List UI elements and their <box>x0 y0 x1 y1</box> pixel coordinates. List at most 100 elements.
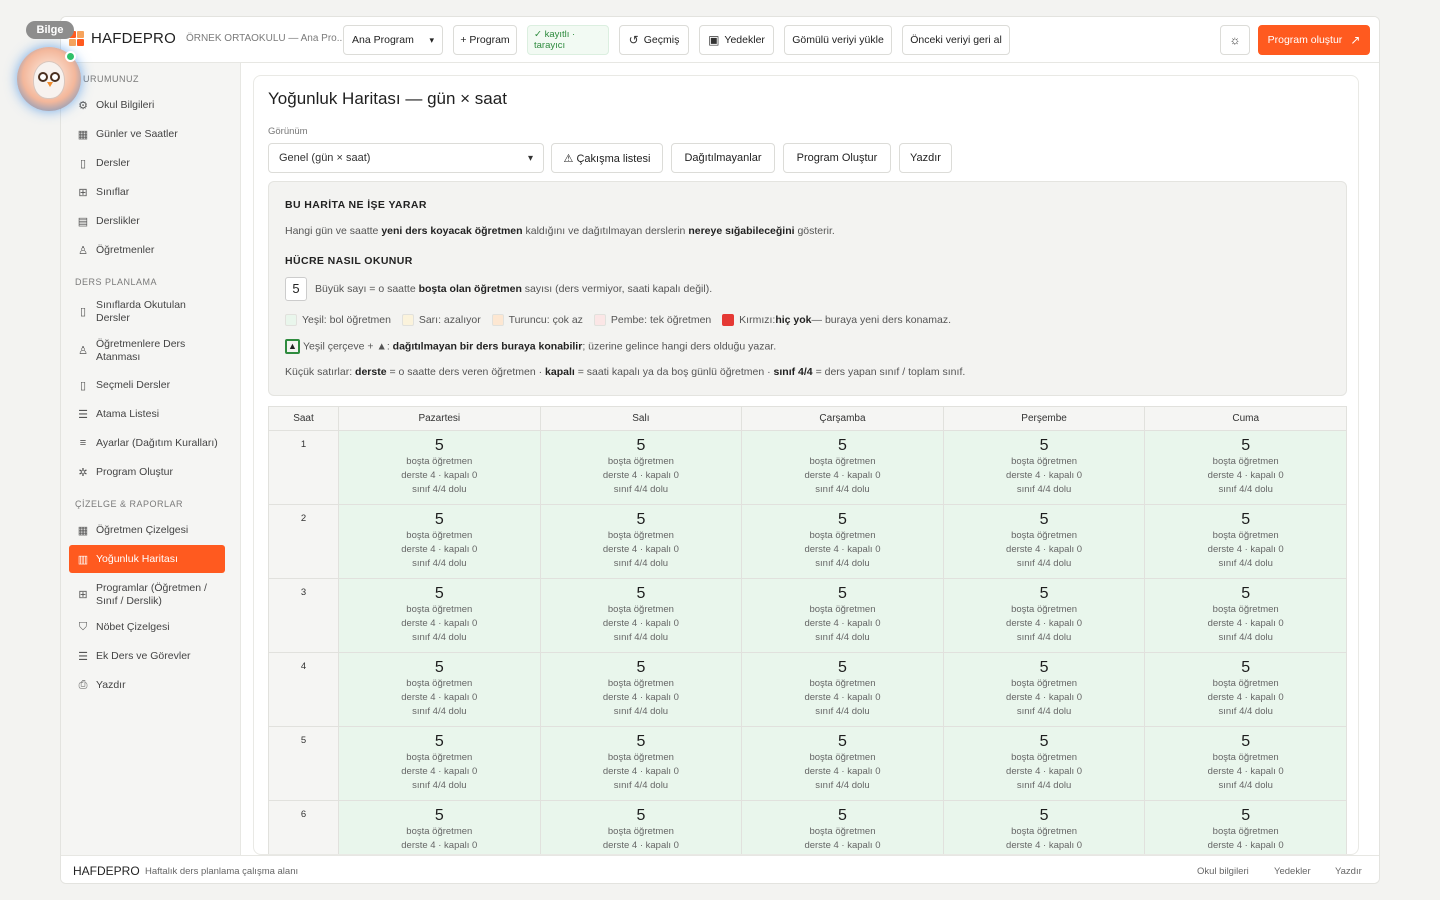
sidebar-item-label: Öğretmen Çizelgesi <box>96 524 189 536</box>
density-cell[interactable]: 5boşta öğretmenderste 4 · kapalı 0sınıf … <box>942 578 1146 653</box>
sidebar-item-teachers[interactable]: ♙ Öğretmenler <box>69 240 225 260</box>
sidebar-item-rooms[interactable]: ▤ Derslikler <box>69 211 225 231</box>
footer-link-print[interactable]: Yazdır <box>1335 866 1362 877</box>
class-fill-line: sınıf 4/4 dolu <box>1016 706 1072 717</box>
free-teacher-count: 5 <box>1241 585 1251 602</box>
sidebar-item-class-lessons[interactable]: ▯ Sınıflarda Okutulan Dersler <box>69 297 225 327</box>
print-button[interactable]: Yazdır <box>899 143 952 173</box>
free-teacher-label: boşta öğretmen <box>406 604 473 615</box>
help-small-rows-text: Küçük satırlar: derste = o saatte ders v… <box>285 366 966 378</box>
sidebar-item-days-hours[interactable]: ▦ Günler ve Saatler <box>69 124 225 144</box>
save-icon: ▣ <box>708 33 720 47</box>
free-teacher-label: boşta öğretmen <box>809 530 876 541</box>
sidebar-item-teacher-chart[interactable]: ▦ Öğretmen Çizelgesi <box>69 520 225 540</box>
legend-pink: Pembe: tek öğretmen <box>593 314 711 326</box>
sidebar-item-duty-chart[interactable]: ⛉ Nöbet Çizelgesi <box>69 617 225 637</box>
density-cell[interactable]: 5boşta öğretmenderste 4 · kapalı 0sınıf … <box>1144 578 1347 653</box>
sidebar-item-label: Ayarlar (Dağıtım Kuralları) <box>96 437 218 449</box>
density-cell[interactable]: 5boşta öğretmenderste 4 · kapalı 0sınıf … <box>741 578 944 653</box>
color-legend: Yeşil: bol öğretmen Sarı: azalıyor Turun… <box>285 314 959 329</box>
sidebar-item-assign-list[interactable]: ☰ Atama Listesi <box>69 404 225 424</box>
create-program-action-button[interactable]: Program Oluştur <box>783 143 891 173</box>
density-cell[interactable]: 5boşta öğretmenderste 4 · kapalı 0sınıf … <box>539 652 743 727</box>
class-fill-line: sınıf 4/4 dolu <box>1218 632 1273 643</box>
density-cell[interactable]: 5boşta öğretmenderste 4 · kapalı 0sınıf … <box>741 726 944 801</box>
free-teacher-count: 5 <box>1039 733 1049 750</box>
sidebar-item-teacher-assign[interactable]: ♙ Öğretmenlere Ders Atanması <box>69 336 225 366</box>
sidebar-item-print[interactable]: ⎙ Yazdır <box>69 675 225 695</box>
free-teacher-label: boşta öğretmen <box>1011 604 1078 615</box>
conflicts-button[interactable]: ⚠ Çakışma listesi <box>551 143 663 173</box>
create-program-button[interactable]: Program oluştur ↗ <box>1258 25 1370 55</box>
busy-closed-line: derste 4 · kapalı 0 <box>1006 692 1083 703</box>
undistributed-button[interactable]: Dağıtılmayanlar <box>671 143 775 173</box>
free-teacher-label: boşta öğretmen <box>1212 456 1279 467</box>
density-cell[interactable]: 5boşta öğretmenderste 4 · kapalı 0sınıf … <box>942 726 1146 801</box>
assistant-name-badge[interactable]: Bilge <box>26 21 74 39</box>
density-cell[interactable]: 5boşta öğretmenderste 4 · kapalı 0sınıf … <box>539 504 743 579</box>
grid-row: 1 5 boşta öğretmen derste 4 · kapalı 0 sınıf… <box>268 430 1347 505</box>
density-cell[interactable]: 5boşta öğretmenderste 4 · kapalı 0sınıf … <box>942 800 1146 854</box>
sidebar-item-lessons[interactable]: ▯ Dersler <box>69 153 225 173</box>
free-teacher-count: 5 <box>636 807 646 824</box>
theme-toggle-button[interactable]: ☼ <box>1220 25 1250 55</box>
program-select[interactable]: Ana Program ▾ <box>343 25 443 55</box>
density-cell[interactable]: 5boşta öğretmenderste 4 · kapalı 0sınıf … <box>741 430 944 505</box>
sidebar-item-density-map[interactable]: ▥ Yoğunluk Haritası <box>69 545 225 573</box>
density-cell[interactable]: 5boşta öğretmenderste 4 · kapalı 0sınıf … <box>539 800 743 854</box>
chevron-down-icon: ▾ <box>429 34 434 45</box>
density-cell[interactable]: 5boşta öğretmenderste 4 · kapalı 0sınıf … <box>942 652 1146 727</box>
density-cell[interactable]: 5boşta öğretmenderste 4 · kapalı 0sınıf … <box>741 652 944 727</box>
sidebar-item-label: Derslikler <box>96 215 140 227</box>
app-logo[interactable]: HAFDEPRO ÖRNEK ORTAOKULU — Ana Pro... <box>69 30 345 47</box>
free-teacher-label: boşta öğretmen <box>1212 752 1279 763</box>
density-cell[interactable]: 5boşta öğretmenderste 4 · kapalı 0sınıf … <box>539 430 743 505</box>
footer-link-backups[interactable]: Yedekler <box>1274 866 1311 877</box>
density-cell[interactable]: 5boşta öğretmenderste 4 · kapalı 0sınıf … <box>942 504 1146 579</box>
sidebar-section-reports: ÇİZELGE & RAPORLAR <box>75 499 184 509</box>
footer-link-school-info[interactable]: Okul bilgileri <box>1197 866 1249 877</box>
density-cell[interactable]: 5boşta öğretmenderste 4 · kapalı 0sınıf … <box>1144 430 1347 505</box>
class-fill-line: sınıf 4/4 dolu <box>412 780 467 791</box>
density-cell[interactable]: 5boşta öğretmenderste 4 · kapalı 0sınıf … <box>539 578 743 653</box>
legend-yellow: Sarı: azalıyor <box>401 314 481 326</box>
sidebar-item-school-info[interactable]: ⚙ Okul Bilgileri <box>69 95 225 115</box>
density-cell[interactable]: 5boşta öğretmenderste 4 · kapalı 0sınıf … <box>1144 652 1347 727</box>
load-embedded-button[interactable]: Gömülü veriyi yükle <box>784 25 892 55</box>
free-teacher-count: 5 <box>838 437 847 454</box>
density-cell[interactable]: 5boşta öğretmenderste 4 · kapalı 0sınıf … <box>942 430 1146 505</box>
view-select[interactable]: Genel (gün × saat) ▾ <box>268 143 544 173</box>
free-teacher-label: boşta öğretmen <box>809 752 876 763</box>
density-cell[interactable]: 5boşta öğretmenderste 4 · kapalı 0sınıf … <box>338 726 541 801</box>
external-arrow-icon: ↗ <box>1350 33 1361 47</box>
density-cell[interactable]: 5boşta öğretmenderste 4 · kapalı 0sınıf … <box>1144 800 1347 854</box>
new-program-button[interactable]: + Program <box>453 25 517 55</box>
sidebar-item-electives[interactable]: ▯ Seçmeli Dersler <box>69 375 225 395</box>
bar-chart-icon: ▥ <box>77 553 89 566</box>
density-cell[interactable]: 5boşta öğretmenderste 4 · kapalı 0sınıf … <box>741 504 944 579</box>
density-cell[interactable]: 5boşta öğretmenderste 4 · kapalı 0sınıf … <box>338 800 541 854</box>
density-cell[interactable]: 5boşta öğretmenderste 4 · kapalı 0sınıf … <box>338 430 541 505</box>
sidebar-item-settings[interactable]: ≡ Ayarlar (Dağıtım Kuralları) <box>69 433 225 453</box>
sidebar-item-classes[interactable]: ⊞ Sınıflar <box>69 182 225 202</box>
busy-closed-line: derste 4 · kapalı 0 <box>1006 618 1083 629</box>
density-cell[interactable]: 5boşta öğretmenderste 4 · kapalı 0sınıf … <box>539 726 743 801</box>
sidebar-item-programs[interactable]: ⊞ Programlar (Öğretmen / Sınıf / Derslik… <box>69 580 225 610</box>
free-teacher-count: 5 <box>1039 659 1049 676</box>
sidebar-section-planning: DERS PLANLAMA <box>75 277 158 287</box>
free-teacher-label: boşta öğretmen <box>1011 752 1078 763</box>
density-cell[interactable]: 5boşta öğretmenderste 4 · kapalı 0sınıf … <box>1144 726 1347 801</box>
restore-previous-button[interactable]: Önceki veriyi geri al <box>902 25 1010 55</box>
backups-button[interactable]: ▣ Yedekler <box>699 25 774 55</box>
sidebar-item-create-program[interactable]: ✲ Program Oluştur <box>69 462 225 482</box>
density-cell[interactable]: 5boşta öğretmenderste 4 · kapalı 0sınıf … <box>338 504 541 579</box>
density-cell[interactable]: 5boşta öğretmenderste 4 · kapalı 0sınıf … <box>741 800 944 854</box>
density-cell[interactable]: 5boşta öğretmenderste 4 · kapalı 0sınıf … <box>338 578 541 653</box>
history-button[interactable]: ↺ Geçmiş <box>619 25 689 55</box>
free-teacher-count: 5 <box>1039 511 1049 528</box>
density-cell[interactable]: 5boşta öğretmenderste 4 · kapalı 0sınıf … <box>1144 504 1347 579</box>
sidebar-item-extra-lessons[interactable]: ☰ Ek Ders ve Görevler <box>69 646 225 666</box>
hour-column-header: Saat <box>268 406 339 431</box>
density-cell[interactable]: 5boşta öğretmenderste 4 · kapalı 0sınıf … <box>338 652 541 727</box>
busy-closed-line: derste 4 · kapalı 0 <box>602 766 679 777</box>
